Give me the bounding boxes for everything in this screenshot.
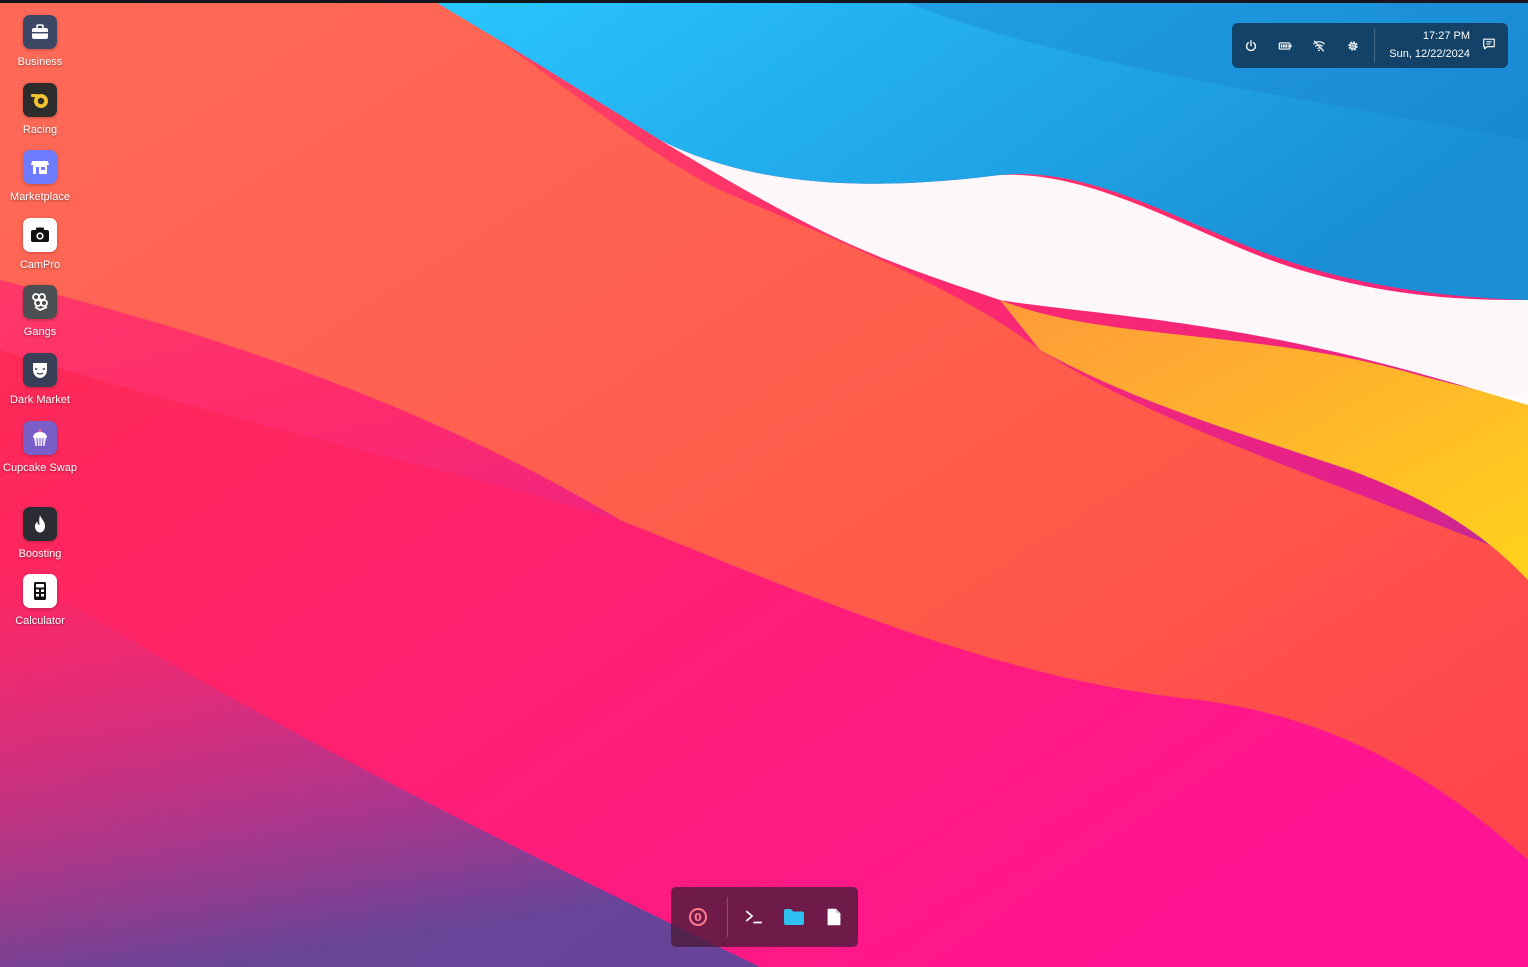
cupcake-icon <box>23 421 57 455</box>
clock-date: Sun, 12/22/2024 <box>1389 48 1470 60</box>
desktop-icon-label: Marketplace <box>10 191 70 203</box>
clock-time: 17:27 PM <box>1422 30 1470 42</box>
desktop-icon-marketplace[interactable]: Marketplace <box>0 150 80 206</box>
desktop-icon-business[interactable]: Business <box>0 15 80 71</box>
launcher-icon: 0 <box>689 908 707 926</box>
wifi-off-icon[interactable] <box>1308 35 1330 57</box>
flame-icon <box>23 507 57 541</box>
desktop-icon-campro[interactable]: CamPro <box>0 218 80 274</box>
brass-knuckles-icon <box>23 285 57 319</box>
calculator-icon <box>23 574 57 608</box>
desktop-icon-dark-market[interactable]: Dark Market <box>0 353 80 409</box>
desktop-icon-label: CamPro <box>19 259 61 271</box>
launcher-badge: 0 <box>694 910 702 924</box>
desktop-icon-racing[interactable]: Racing <box>0 83 80 139</box>
files-button[interactable] <box>780 903 808 931</box>
power-icon[interactable] <box>1240 35 1262 57</box>
top-border <box>0 0 1528 3</box>
desktop-icon-gangs[interactable]: Gangs <box>0 285 80 341</box>
turbo-icon <box>23 83 57 117</box>
camera-icon <box>23 218 57 252</box>
launcher-button[interactable]: 0 <box>684 903 712 931</box>
folder-icon <box>784 909 804 925</box>
desktop-icon-label: Boosting <box>18 548 62 560</box>
desktop-icon-boosting[interactable]: Boosting <box>0 507 80 563</box>
terminal-button[interactable] <box>740 903 768 931</box>
battery-icon[interactable] <box>1274 35 1296 57</box>
desktop-icon-label: Gangs <box>23 326 57 338</box>
desktop-icon-label: Cupcake Swap <box>3 462 77 474</box>
document-button[interactable] <box>820 903 848 931</box>
wallpaper <box>0 0 1528 967</box>
desktop-icon-label: Calculator <box>15 615 65 627</box>
storefront-icon <box>23 150 57 184</box>
briefcase-icon <box>23 15 57 49</box>
desktop-icon-label: Racing <box>22 124 58 136</box>
file-icon <box>827 908 841 926</box>
desktop-icon-label: Dark Market <box>10 394 70 406</box>
terminal-icon <box>745 910 763 924</box>
tray-divider <box>1374 28 1375 63</box>
desktop-icon-label: Business <box>17 56 63 68</box>
desktop-screen: Business Racing Marketplace CamPro Gangs… <box>0 0 1528 967</box>
clock[interactable]: 17:27 PM Sun, 12/22/2024 <box>1389 29 1470 64</box>
taskbar: 0 <box>671 887 858 947</box>
system-tray: 17:27 PM Sun, 12/22/2024 <box>1232 23 1508 68</box>
taskbar-divider <box>727 897 728 937</box>
gear-icon[interactable] <box>1342 35 1364 57</box>
desktop-icon-calculator[interactable]: Calculator <box>0 574 80 630</box>
mask-icon <box>23 353 57 387</box>
desktop-icon-cupcake-swap[interactable]: Cupcake Swap <box>0 421 80 477</box>
notifications-icon[interactable] <box>1478 33 1500 55</box>
